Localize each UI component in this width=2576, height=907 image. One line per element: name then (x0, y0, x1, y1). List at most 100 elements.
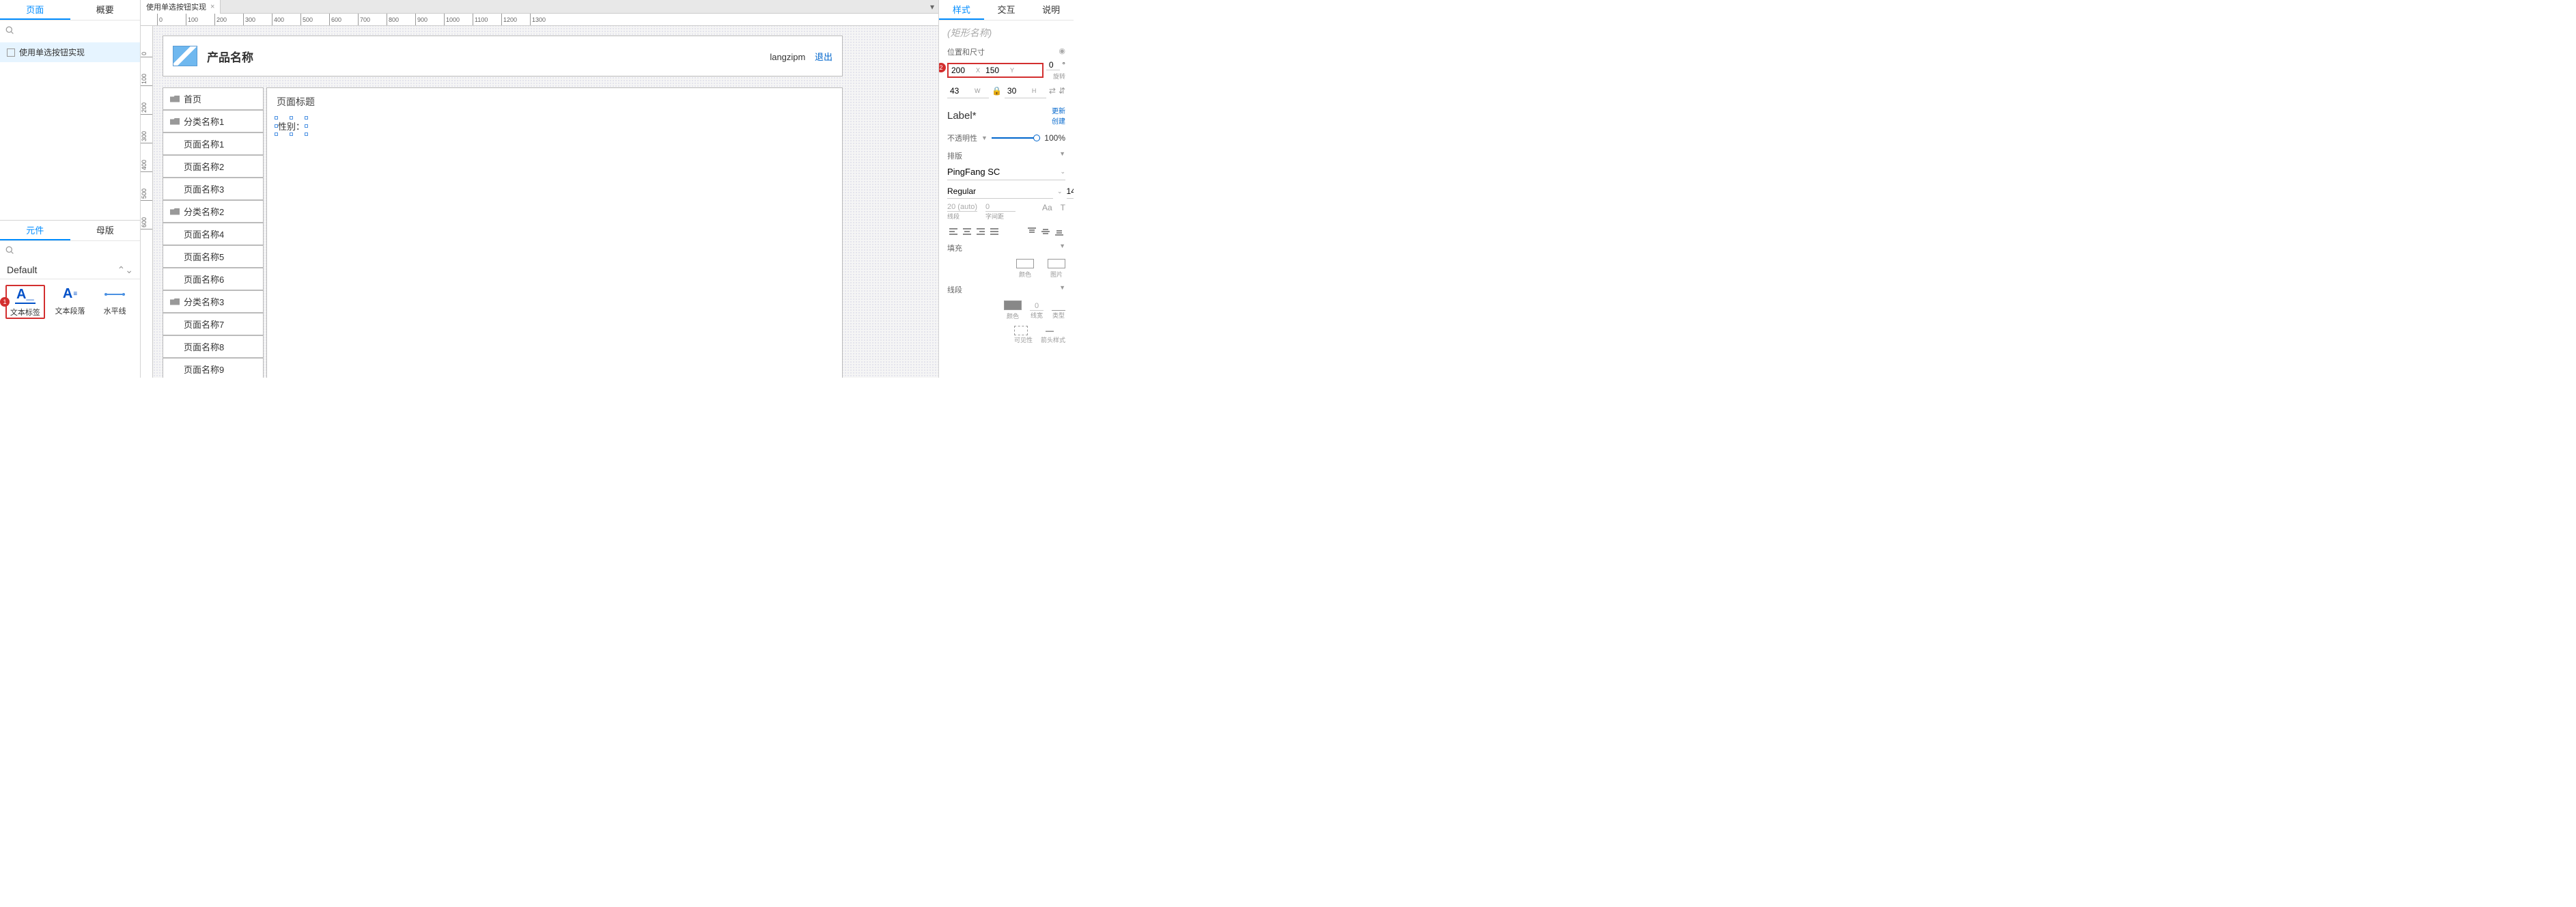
flip-h-icon[interactable]: ⇄ (1049, 86, 1056, 96)
valign-bottom-icon[interactable] (1053, 226, 1065, 237)
search-icon (5, 26, 14, 37)
x-label: X (976, 67, 983, 74)
h-label: H (1032, 87, 1039, 94)
search-icon (5, 246, 14, 257)
visibility-toggle[interactable] (1014, 326, 1028, 335)
text-label-icon: A_ (7, 286, 44, 305)
nav-subitem[interactable]: 页面名称3 (163, 178, 264, 200)
mock-sidebar[interactable]: 首页 分类名称1 页面名称1 页面名称2 页面名称3 分类名称2 页面名称4 页… (163, 87, 264, 378)
chevron-down-icon[interactable]: ⌄ (1060, 168, 1065, 176)
widget-label: 文本标签 (7, 307, 44, 318)
resize-handle[interactable] (275, 132, 278, 136)
flip-v-icon[interactable]: ⇵ (1059, 86, 1065, 96)
fill-image-label: 图片 (1048, 270, 1065, 279)
nav-subitem[interactable]: 页面名称4 (163, 223, 264, 245)
section-line: 线段 (947, 284, 962, 295)
create-link[interactable]: 创建 (1052, 115, 1065, 126)
opacity-slider[interactable] (992, 137, 1040, 139)
opacity-label: 不透明性 (947, 132, 977, 143)
page-tree-item[interactable]: 使用单选按钮实现 (0, 42, 140, 62)
line-width-input[interactable]: 0 (1030, 302, 1044, 311)
mock-header[interactable]: 产品名称 langzipm 退出 (163, 36, 843, 76)
nav-subitem[interactable]: 页面名称6 (163, 268, 264, 290)
resize-handle[interactable] (275, 116, 278, 120)
annotation-badge-2: 2 (939, 63, 946, 72)
nav-item[interactable]: 分类名称3 (163, 290, 264, 313)
resize-handle[interactable] (305, 124, 308, 128)
file-tab[interactable]: 使用单选按钮实现 × (141, 0, 221, 14)
nav-subitem[interactable]: 页面名称8 (163, 335, 264, 358)
rotation-input[interactable] (1046, 60, 1060, 70)
shape-name-input[interactable]: (矩形名称) (947, 26, 1065, 40)
close-icon[interactable]: × (210, 3, 214, 11)
width-input[interactable] (947, 86, 975, 96)
resize-handle[interactable] (275, 124, 278, 128)
section-typography: 排版 (947, 150, 962, 161)
widget-text-paragraph[interactable]: A≡ 文本段落 (51, 285, 90, 319)
tab-menu-icon[interactable]: ▾ (926, 2, 938, 12)
nav-item[interactable]: 分类名称1 (163, 110, 264, 132)
widget-hr[interactable]: 水平线 (95, 285, 135, 319)
x-input[interactable] (949, 66, 976, 75)
widgets-search-input[interactable] (20, 246, 140, 256)
font-family-select[interactable] (947, 164, 1057, 180)
section-pos-size: 位置和尺寸 (947, 46, 985, 57)
line-color-swatch[interactable] (1004, 301, 1022, 310)
height-input[interactable] (1005, 86, 1032, 96)
tab-interact[interactable]: 交互 (984, 0, 1029, 20)
tab-overview[interactable]: 概要 (70, 0, 141, 20)
tab-masters[interactable]: 母版 (70, 221, 141, 240)
letter-spacing-input[interactable]: 0 (985, 203, 1016, 212)
arrow-style-select[interactable]: — (1041, 326, 1059, 335)
align-justify-icon[interactable] (988, 226, 1000, 237)
update-link[interactable]: 更新 (1052, 105, 1065, 115)
nav-subitem[interactable]: 页面名称7 (163, 313, 264, 335)
page-icon (7, 48, 15, 57)
widget-label: 文本段落 (51, 305, 90, 316)
font-size-input[interactable] (1067, 184, 1074, 199)
text-transform-icon[interactable]: Aa (1042, 203, 1052, 221)
resize-handle[interactable] (290, 116, 293, 120)
valign-top-icon[interactable] (1026, 226, 1038, 237)
tab-style[interactable]: 样式 (939, 0, 984, 20)
align-left-icon[interactable] (947, 226, 960, 237)
logout-link[interactable]: 退出 (815, 52, 832, 62)
nav-subitem[interactable]: 页面名称1 (163, 132, 264, 155)
annotation-badge-1: 1 (0, 297, 10, 307)
align-right-icon[interactable] (975, 226, 987, 237)
lock-aspect-icon[interactable]: 🔒 (992, 86, 1002, 96)
y-input[interactable] (983, 66, 1010, 75)
tab-pages[interactable]: 页面 (0, 0, 70, 20)
nav-subitem[interactable]: 页面名称5 (163, 245, 264, 268)
canvas[interactable]: 产品名称 langzipm 退出 首页 分类名称1 页面名称1 页面名称2 页面… (153, 26, 938, 378)
text-options-icon[interactable]: T (1061, 203, 1065, 221)
line-height-label: 线段 (947, 212, 977, 221)
selected-element[interactable]: 性别： (277, 118, 306, 134)
resize-handle[interactable] (305, 116, 308, 120)
arrow-style-label: 箭头样式 (1041, 335, 1065, 344)
mock-main[interactable]: 页面标题 性别： (266, 87, 843, 378)
nav-item[interactable]: 首页 (163, 87, 264, 110)
style-label: Label* (947, 110, 977, 122)
font-weight-select[interactable] (947, 184, 1053, 199)
fill-color-swatch[interactable] (1016, 259, 1034, 268)
chevron-down-icon[interactable]: ⌄ (1057, 188, 1063, 195)
line-type-select[interactable] (1052, 301, 1065, 311)
tab-notes[interactable]: 说明 (1028, 0, 1074, 20)
nav-subitem[interactable]: 页面名称9 (163, 358, 264, 378)
resize-handle[interactable] (290, 132, 293, 136)
line-height-input[interactable]: 20 (auto) (947, 203, 977, 212)
library-select[interactable]: Default ⌃⌄ (0, 262, 140, 279)
valign-middle-icon[interactable] (1039, 226, 1052, 237)
widget-text-label[interactable]: 1 A_ 文本标签 (5, 285, 45, 319)
logo-icon (173, 46, 197, 66)
fill-image-swatch[interactable] (1048, 259, 1065, 268)
nav-item[interactable]: 分类名称2 (163, 200, 264, 223)
visibility-icon[interactable]: ◉ (1059, 46, 1065, 57)
resize-handle[interactable] (305, 132, 308, 136)
pages-search-input[interactable] (18, 27, 139, 37)
tab-components[interactable]: 元件 (0, 221, 70, 240)
fill-color-label: 颜色 (1016, 270, 1034, 279)
align-center-icon[interactable] (961, 226, 973, 237)
nav-subitem[interactable]: 页面名称2 (163, 155, 264, 178)
